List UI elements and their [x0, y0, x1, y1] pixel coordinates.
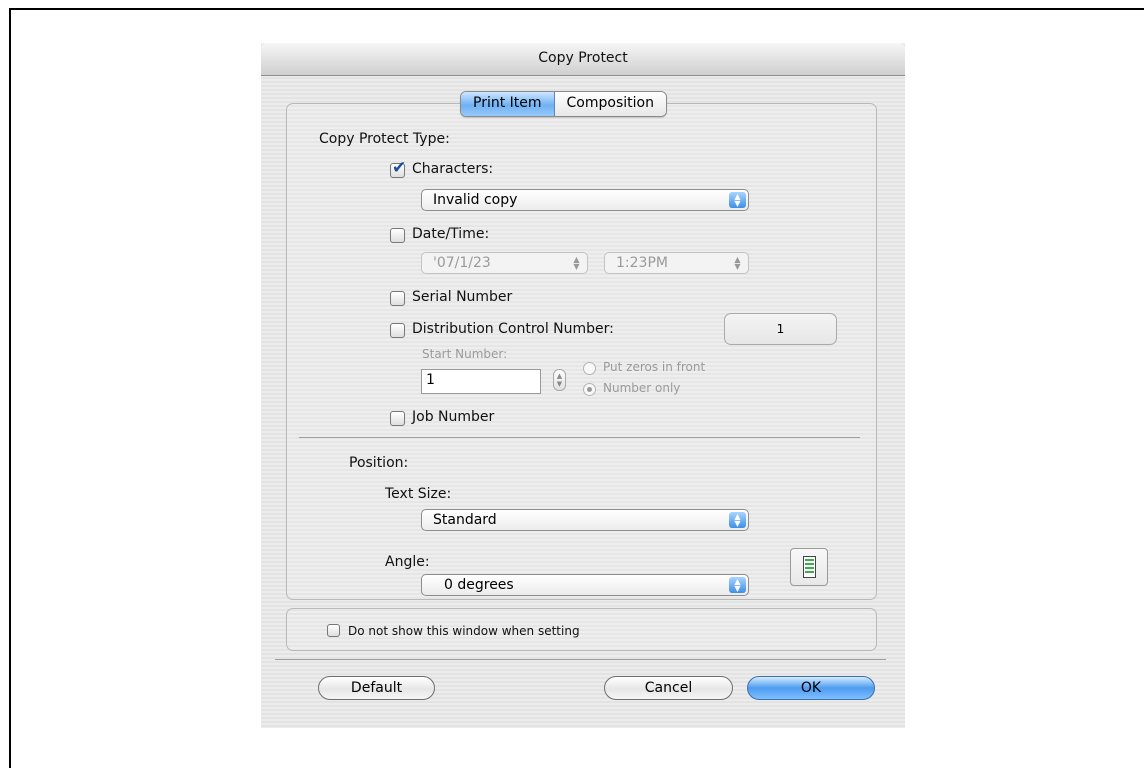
date-time-checkbox[interactable]	[390, 228, 405, 243]
angle-label: Angle:	[385, 554, 430, 570]
distribution-control-number-checkbox[interactable]	[390, 323, 405, 338]
time-value: 1:23PM	[616, 255, 668, 271]
popup-arrows-icon: ▲ ▼	[573, 255, 580, 271]
popup-arrows-icon: ▲ ▼	[729, 512, 746, 528]
radio-selected-dot	[587, 387, 592, 392]
job-number-label: Job Number	[412, 409, 495, 425]
default-button[interactable]: Default	[318, 676, 435, 700]
position-preview	[790, 548, 828, 586]
page-preview-icon	[803, 556, 816, 578]
footer-divider	[275, 659, 886, 660]
characters-checkbox[interactable]: ✔	[390, 158, 406, 178]
do-not-show-label: Do not show this window when setting	[348, 624, 580, 638]
job-number-checkbox[interactable]	[390, 411, 405, 426]
number-only-label: Number only	[603, 381, 681, 395]
date-value: '07/1/23	[433, 255, 491, 271]
ok-button[interactable]: OK	[747, 676, 875, 700]
text-size-label: Text Size:	[385, 486, 452, 502]
date-time-label: Date/Time:	[412, 226, 490, 242]
radio-put-zeros-in-front[interactable]	[583, 362, 596, 375]
checkmark-icon: ✔	[392, 158, 407, 178]
popup-arrows-icon: ▲ ▼	[729, 577, 746, 593]
popup-arrows-icon: ▲ ▼	[734, 255, 741, 271]
time-dropdown[interactable]: 1:23PM ▲ ▼	[604, 252, 749, 274]
cancel-button[interactable]: Cancel	[604, 676, 733, 700]
serial-number-label: Serial Number	[412, 289, 513, 305]
characters-dropdown-value: Invalid copy	[433, 192, 518, 208]
do-not-show-checkbox[interactable]	[327, 624, 340, 637]
section-divider	[299, 437, 860, 438]
put-zeros-label: Put zeros in front	[603, 360, 706, 374]
start-number-input[interactable]: 1	[421, 369, 541, 394]
angle-value: 0 degrees	[444, 577, 514, 593]
angle-dropdown[interactable]: 0 degrees ▲ ▼	[421, 574, 749, 596]
tab-print-item[interactable]: Print Item	[461, 92, 555, 116]
popup-arrows-icon: ▲ ▼	[729, 192, 746, 208]
tab-composition[interactable]: Composition	[554, 92, 666, 116]
tab-bar: Print Item Composition	[460, 91, 667, 117]
position-heading: Position:	[349, 455, 409, 471]
title-bar[interactable]: Copy Protect	[261, 43, 905, 76]
text-size-dropdown[interactable]: Standard ▲ ▼	[421, 509, 749, 531]
date-dropdown[interactable]: '07/1/23 ▲ ▼	[421, 252, 588, 274]
text-size-value: Standard	[433, 512, 497, 528]
copy-protect-dialog: Copy Protect Print Item Composition Copy…	[261, 43, 905, 728]
start-number-stepper[interactable]: ▲ ▼	[553, 369, 566, 391]
characters-label: Characters:	[412, 161, 494, 177]
radio-number-only[interactable]	[583, 383, 596, 396]
dialog-title: Copy Protect	[538, 50, 628, 66]
distribution-count-display: 1	[724, 313, 837, 345]
distribution-control-number-label: Distribution Control Number:	[412, 321, 614, 337]
copy-protect-type-heading: Copy Protect Type:	[319, 131, 450, 147]
serial-number-checkbox[interactable]	[390, 291, 405, 306]
start-number-label: Start Number:	[422, 347, 508, 361]
characters-dropdown[interactable]: Invalid copy ▲ ▼	[421, 189, 749, 211]
